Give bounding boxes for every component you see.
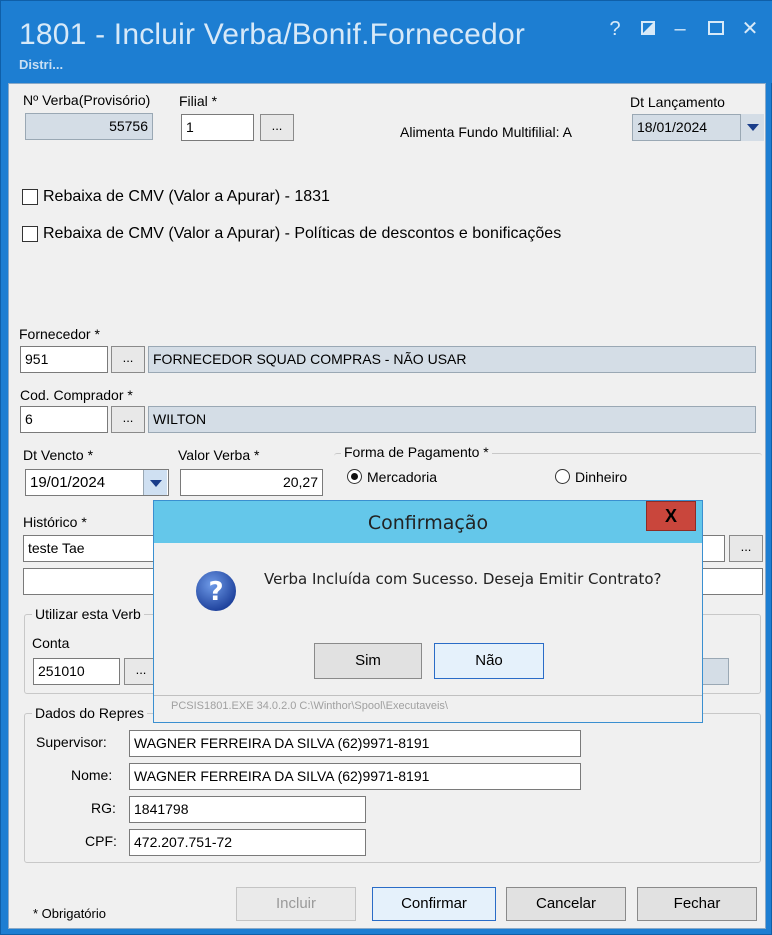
comprador-browse-button[interactable]: ... bbox=[111, 406, 145, 433]
cpf-label: CPF: bbox=[85, 833, 117, 849]
representante-title: Dados do Repres bbox=[32, 705, 147, 721]
chevron-down-icon[interactable] bbox=[143, 470, 167, 495]
historico-label: Histórico * bbox=[23, 514, 87, 530]
fechar-button-label: Fechar bbox=[673, 895, 721, 912]
title-bar[interactable]: 1801 - Incluir Verba/Bonif.Fornecedor Di… bbox=[1, 1, 772, 83]
confirmar-button-label: Confirmar bbox=[401, 895, 467, 912]
incluir-button[interactable]: Incluir bbox=[236, 887, 356, 921]
valor-verba-label: Valor Verba * bbox=[178, 447, 260, 463]
dinheiro-label: Dinheiro bbox=[575, 469, 628, 485]
rg-field: 1841798 bbox=[129, 796, 366, 823]
mercadoria-label: Mercadoria bbox=[367, 469, 438, 485]
close-button[interactable]: ✕ bbox=[739, 17, 761, 41]
utilizar-verba-title: Utilizar esta Verb bbox=[32, 606, 144, 622]
confirmation-dialog: Confirmação X ? Verba Incluída com Suces… bbox=[153, 500, 703, 723]
cancelar-button-label: Cancelar bbox=[535, 895, 597, 912]
dt-vencto-value: 19/01/2024 bbox=[30, 474, 106, 491]
nro-verba-label: Nº Verba(Provisório) bbox=[23, 92, 151, 108]
restore-icon[interactable] bbox=[637, 17, 659, 41]
cpf-field: 472.207.751-72 bbox=[129, 829, 366, 856]
incluir-button-label: Incluir bbox=[275, 895, 316, 912]
nao-button-label: Não bbox=[475, 652, 503, 669]
fornecedor-label: Fornecedor * bbox=[19, 326, 100, 342]
rebaixa-cmv-politicas-checkbox[interactable] bbox=[22, 226, 38, 242]
conta-label: Conta bbox=[32, 635, 70, 651]
fornecedor-browse-button[interactable]: ... bbox=[111, 346, 145, 373]
filial-label: Filial * bbox=[179, 93, 218, 109]
comprador-name-field: WILTON bbox=[148, 406, 756, 433]
fechar-button[interactable]: Fechar bbox=[637, 887, 757, 921]
nro-verba-field: 55756 bbox=[25, 113, 153, 140]
dialog-status-text: PCSIS1801.EXE 34.0.2.0 C:\Winthor\Spool\… bbox=[171, 700, 448, 712]
dialog-body: ? Verba Incluída com Sucesso. Deseja Emi… bbox=[164, 543, 692, 695]
alimenta-fundo-label: Alimenta Fundo Multifilial: A bbox=[400, 124, 572, 140]
cancelar-button[interactable]: Cancelar bbox=[506, 887, 626, 921]
sim-button[interactable]: Sim bbox=[314, 643, 422, 679]
minimize-button[interactable]: – bbox=[669, 17, 691, 41]
main-window: 1801 - Incluir Verba/Bonif.Fornecedor Di… bbox=[0, 0, 772, 935]
maximize-icon[interactable] bbox=[705, 17, 727, 41]
rebaixa-cmv-1831-label: Rebaixa de CMV (Valor a Apurar) - 1831 bbox=[43, 188, 330, 205]
nome-label: Nome: bbox=[71, 767, 113, 783]
dt-lancamento-label: Dt Lançamento bbox=[630, 94, 725, 110]
rebaixa-cmv-1831-checkbox[interactable] bbox=[22, 189, 38, 205]
fornecedor-code-input[interactable]: 951 bbox=[20, 346, 108, 373]
nao-button[interactable]: Não bbox=[434, 643, 544, 679]
dialog-title-bar[interactable]: Confirmação X bbox=[154, 501, 702, 543]
forma-pagamento-label: Forma de Pagamento * bbox=[341, 444, 492, 460]
window-title: 1801 - Incluir Verba/Bonif.Fornecedor bbox=[19, 18, 526, 51]
dialog-status-bar: PCSIS1801.EXE 34.0.2.0 C:\Winthor\Spool\… bbox=[154, 695, 702, 722]
comprador-code-input[interactable]: 6 bbox=[20, 406, 108, 433]
chevron-down-icon[interactable] bbox=[740, 114, 764, 141]
valor-verba-input[interactable]: 20,27 bbox=[180, 469, 323, 496]
dt-vencto-label: Dt Vencto * bbox=[23, 447, 94, 463]
dinheiro-radio[interactable] bbox=[555, 469, 570, 484]
supervisor-label: Supervisor: bbox=[36, 734, 107, 750]
confirmar-button[interactable]: Confirmar bbox=[372, 887, 496, 921]
historico-browse-button[interactable]: ... bbox=[729, 535, 763, 562]
sim-button-label: Sim bbox=[355, 652, 381, 669]
comprador-label: Cod. Comprador * bbox=[20, 387, 133, 403]
window-subtitle: Distri... bbox=[19, 57, 64, 72]
filial-browse-button[interactable]: ... bbox=[260, 114, 294, 141]
supervisor-field: WAGNER FERREIRA DA SILVA (62)9971-8191 bbox=[129, 730, 581, 757]
rebaixa-cmv-politicas-label: Rebaixa de CMV (Valor a Apurar) - Políti… bbox=[43, 225, 562, 242]
filial-input[interactable]: 1 bbox=[181, 114, 254, 141]
question-icon: ? bbox=[193, 568, 239, 617]
dialog-message: Verba Incluída com Sucesso. Deseja Emiti… bbox=[264, 570, 662, 588]
dialog-title: Confirmação bbox=[367, 512, 489, 534]
mercadoria-radio[interactable] bbox=[347, 469, 362, 484]
nome-field: WAGNER FERREIRA DA SILVA (62)9971-8191 bbox=[129, 763, 581, 790]
svg-text:?: ? bbox=[208, 577, 223, 607]
conta-input[interactable]: 251010 bbox=[33, 658, 120, 685]
help-button[interactable]: ? bbox=[604, 17, 626, 41]
fornecedor-name-field: FORNECEDOR SQUAD COMPRAS - NÃO USAR bbox=[148, 346, 756, 373]
obrigatorio-note: * Obrigatório bbox=[33, 906, 106, 921]
rg-label: RG: bbox=[91, 800, 116, 816]
dt-lancamento-value: 18/01/2024 bbox=[637, 119, 708, 135]
dialog-close-button[interactable]: X bbox=[646, 501, 696, 531]
